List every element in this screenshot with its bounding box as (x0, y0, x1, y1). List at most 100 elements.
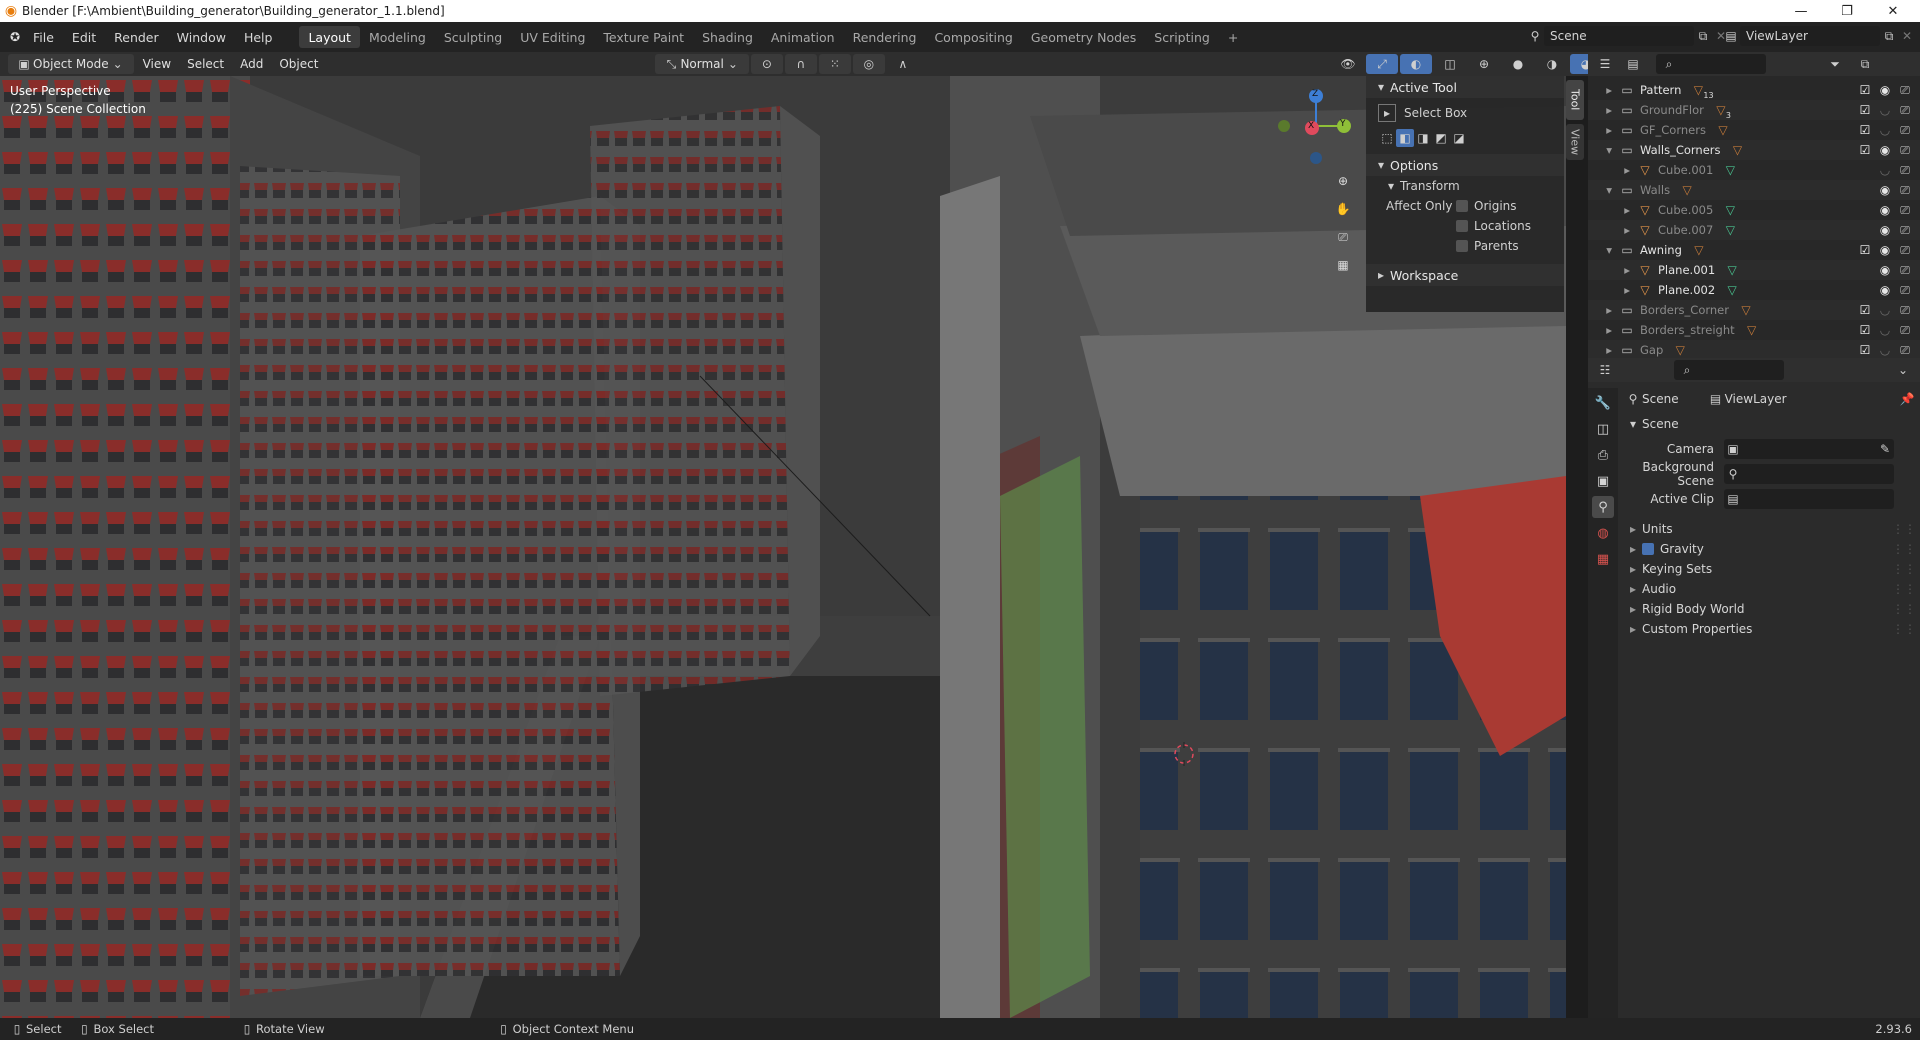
mode-new-icon[interactable]: ⬚ (1378, 129, 1396, 147)
texture-properties-icon[interactable]: ▦ (1592, 548, 1614, 570)
outliner-row[interactable]: ▸ ▽ Cube.001 ▽ ◡ ⎚ (1588, 160, 1920, 180)
exclude-checkbox[interactable]: ☑ (1856, 301, 1874, 319)
chevron-down-icon[interactable]: ▾ (1588, 183, 1612, 197)
drag-handle-icon[interactable]: ⋮⋮ (1892, 562, 1916, 576)
render-camera-icon[interactable]: ⎚ (1896, 201, 1914, 219)
workspace-header[interactable]: ▸ Workspace (1366, 264, 1564, 286)
pan-hand-icon[interactable]: ✋ (1334, 200, 1352, 218)
eyedropper-icon[interactable]: ✎ (1876, 440, 1894, 458)
eye-closed-icon[interactable]: ◡ (1876, 101, 1894, 119)
visibility-dropdown[interactable]: 👁 (1332, 54, 1364, 74)
gizmo-toggle[interactable]: ⤢ (1366, 54, 1398, 74)
close-button[interactable]: ✕ (1870, 0, 1916, 22)
chevron-right-icon[interactable]: ▸ (1588, 203, 1630, 217)
render-camera-icon[interactable]: ⎚ (1896, 141, 1914, 159)
tab-uv-editing[interactable]: UV Editing (511, 26, 594, 48)
scene-properties-icon[interactable]: ⚲ (1592, 496, 1614, 518)
chevron-down-icon[interactable]: ⌄ (1894, 361, 1912, 379)
exclude-checkbox[interactable]: ☑ (1856, 141, 1874, 159)
navigation-gizmo[interactable]: Z Y X (1276, 86, 1356, 166)
mode-subtract-icon[interactable]: ◨ (1414, 129, 1432, 147)
outliner-search-input[interactable]: ⌕ (1656, 54, 1766, 74)
falloff-dropdown[interactable]: ∧ (887, 54, 919, 74)
outliner-row[interactable]: ▸ ▽ Plane.002 ▽ ◉ ⎚ (1588, 280, 1920, 300)
tab-view[interactable]: View (1566, 124, 1584, 160)
chevron-right-icon[interactable]: ▸ (1588, 323, 1612, 337)
add-workspace-button[interactable]: + (1219, 26, 1247, 48)
new-collection-icon[interactable]: ⧉ (1856, 55, 1874, 73)
editor-type-icon[interactable]: ☷ (1596, 361, 1614, 379)
outliner-row[interactable]: ▸ ▭ Borders_streight ▽ ☑ ◡ ⎚ (1588, 320, 1920, 340)
outliner-row[interactable]: ▸ ▽ Plane.001 ▽ ◉ ⎚ (1588, 260, 1920, 280)
tab-sculpting[interactable]: Sculpting (435, 26, 511, 48)
mode-intersect-icon[interactable]: ◪ (1450, 129, 1468, 147)
tab-geometry-nodes[interactable]: Geometry Nodes (1022, 26, 1145, 48)
render-camera-icon[interactable]: ⎚ (1896, 321, 1914, 339)
transform-subheader[interactable]: ▾ Transform (1366, 176, 1564, 196)
chevron-right-icon[interactable]: ▸ (1588, 343, 1612, 357)
new-viewlayer-icon[interactable]: ⧉ (1880, 27, 1898, 45)
menu-window[interactable]: Window (168, 26, 235, 48)
drag-handle-icon[interactable]: ⋮⋮ (1892, 582, 1916, 596)
chevron-right-icon[interactable]: ▸ (1588, 83, 1612, 97)
snap-target-dropdown[interactable]: ⁙ (818, 54, 851, 74)
3d-viewport[interactable]: User Perspective (225) Scene Collection … (0, 76, 1566, 1018)
mode-invert-icon[interactable]: ◩ (1432, 129, 1450, 147)
render-camera-icon[interactable]: ⎚ (1896, 241, 1914, 259)
render-camera-icon[interactable]: ⎚ (1896, 121, 1914, 139)
eye-closed-icon[interactable]: ◡ (1876, 301, 1894, 319)
tool-properties-icon[interactable]: 🔧 (1592, 392, 1614, 414)
parents-checkbox[interactable] (1456, 240, 1468, 252)
outliner-row[interactable]: ▸ ▭ GF_Corners ▽ ☑ ◡ ⎚ (1588, 120, 1920, 140)
output-properties-icon[interactable]: ⎙ (1592, 444, 1614, 466)
proportional-toggle[interactable]: ◎ (852, 54, 885, 74)
solid-shading-button[interactable]: ● (1502, 54, 1534, 74)
tab-shading[interactable]: Shading (693, 26, 762, 48)
xray-toggle[interactable]: ◫ (1434, 54, 1466, 74)
tab-scripting[interactable]: Scripting (1145, 26, 1219, 48)
blender-menu-icon[interactable]: ✪ (6, 28, 24, 46)
panel-custom-properties[interactable]: ▸ Custom Properties ⋮⋮ (1624, 618, 1916, 640)
scene-panel-header[interactable]: ▾ Scene (1624, 413, 1916, 435)
restore-button[interactable]: ❐ (1824, 0, 1870, 22)
affect-origins-row[interactable]: Affect Only Origins (1366, 196, 1564, 216)
eye-closed-icon[interactable]: ◡ (1876, 121, 1894, 139)
filter-icon[interactable]: ⏷ (1826, 55, 1844, 73)
viewlayer-name-field[interactable]: ViewLayer (1740, 26, 1880, 46)
render-camera-icon[interactable]: ⎚ (1896, 261, 1914, 279)
drag-handle-icon[interactable]: ⋮⋮ (1892, 522, 1916, 536)
gravity-checkbox[interactable] (1642, 543, 1654, 555)
outliner-row[interactable]: ▾ ▭ Awning ▽ ☑ ◉ ⎚ (1588, 240, 1920, 260)
eye-icon[interactable]: ◉ (1876, 241, 1894, 259)
viewport-menu-add[interactable]: Add (233, 54, 270, 74)
render-camera-icon[interactable]: ⎚ (1896, 81, 1914, 99)
material-shading-button[interactable]: ◑ (1536, 54, 1568, 74)
eye-closed-icon[interactable]: ◡ (1876, 161, 1894, 179)
render-properties-icon[interactable]: ◫ (1592, 418, 1614, 440)
menu-render[interactable]: Render (105, 26, 168, 48)
render-camera-icon[interactable]: ⎚ (1896, 181, 1914, 199)
tab-rendering[interactable]: Rendering (844, 26, 926, 48)
ortho-grid-icon[interactable]: ▦ (1334, 256, 1352, 274)
mode-dropdown[interactable]: ▣ Object Mode ⌄ (8, 54, 134, 74)
chevron-right-icon[interactable]: ▸ (1588, 303, 1612, 317)
eye-closed-icon[interactable]: ◡ (1876, 341, 1894, 359)
viewlayer-properties-icon[interactable]: ▣ (1592, 470, 1614, 492)
camera-field[interactable]: ▣ ✎ (1724, 439, 1894, 459)
outliner-row[interactable]: ▸ ▭ Pattern ▽ 13 ☑ ◉ ⎚ (1588, 80, 1920, 100)
exclude-checkbox[interactable]: ☑ (1856, 81, 1874, 99)
exclude-checkbox[interactable]: ☑ (1856, 321, 1874, 339)
active-tool-header[interactable]: ▾ Active Tool (1366, 76, 1564, 98)
chevron-right-icon[interactable]: ▸ (1588, 103, 1612, 117)
outliner-row[interactable]: ▾ ▭ Walls_Corners ▽ ☑ ◉ ⎚ (1588, 140, 1920, 160)
viewport-menu-select[interactable]: Select (180, 54, 231, 74)
outliner-row[interactable]: ▸ ▭ Gap ▽ ☑ ◡ ⎚ (1588, 340, 1920, 360)
render-camera-icon[interactable]: ⎚ (1896, 281, 1914, 299)
display-mode-icon[interactable]: ▤ (1624, 55, 1642, 73)
world-properties-icon[interactable]: ◍ (1592, 522, 1614, 544)
editor-type-icon[interactable]: ☰ (1596, 55, 1614, 73)
outliner-row[interactable]: ▾ ▭ Walls ▽ ◉ ⎚ (1588, 180, 1920, 200)
render-camera-icon[interactable]: ⎚ (1896, 221, 1914, 239)
options-header[interactable]: ▾ Options (1366, 154, 1564, 176)
eye-icon[interactable]: ◉ (1876, 221, 1894, 239)
